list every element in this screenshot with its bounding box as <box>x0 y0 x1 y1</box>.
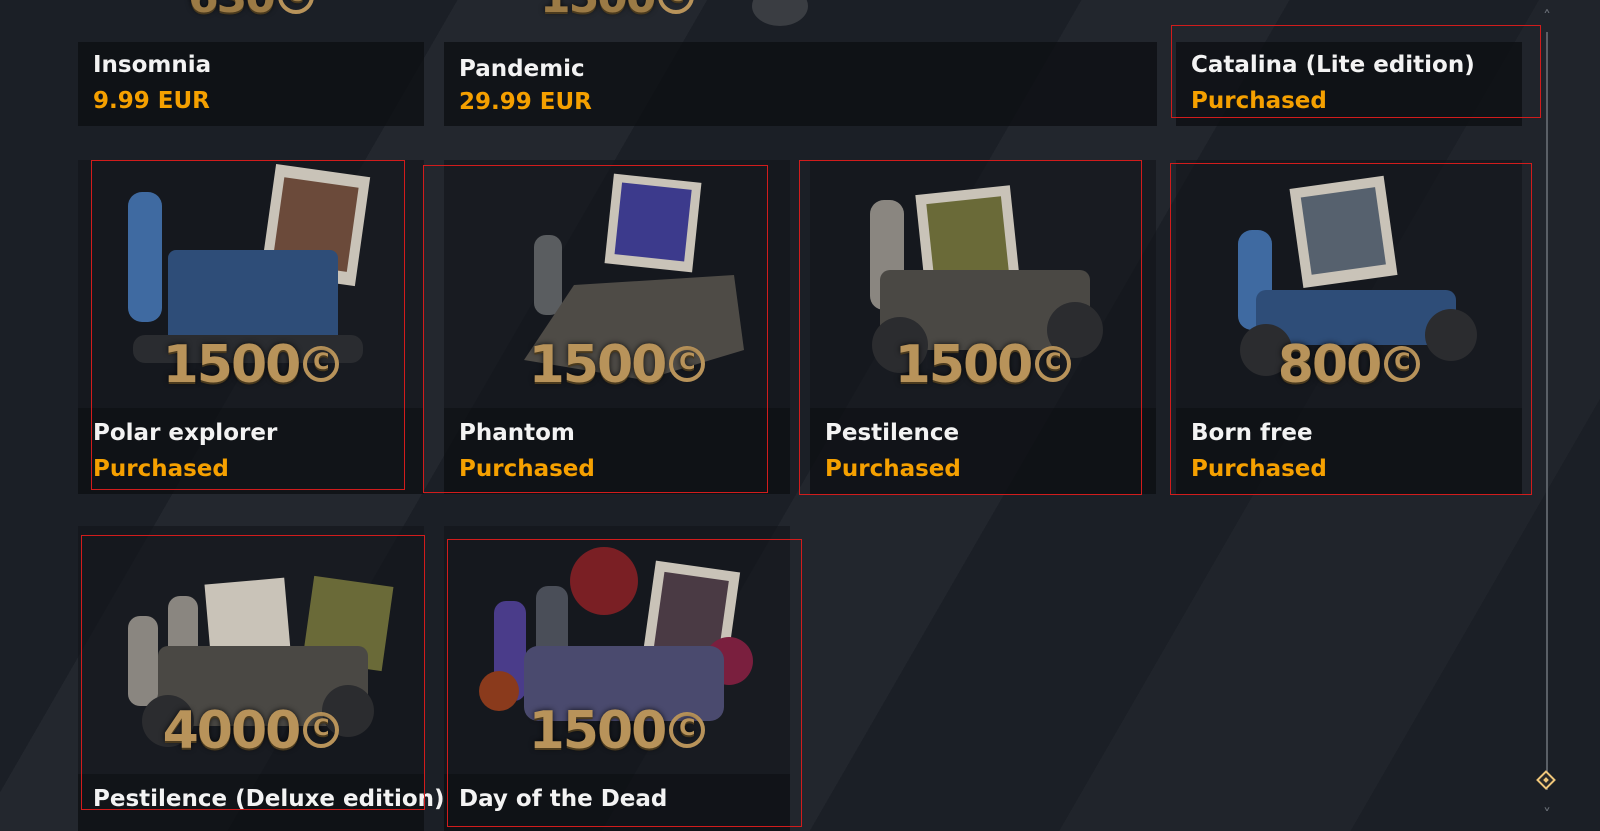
card-title: Polar explorer <box>93 420 278 446</box>
card-info: Born free Purchased <box>1176 408 1522 494</box>
card-info: Pandemic 29.99 EUR <box>444 42 1157 126</box>
price-value: 800 <box>1277 335 1383 395</box>
pack-card-day-of-the-dead[interactable]: 1500 C Day of the Dead <box>444 526 790 831</box>
coin-icon: C <box>1384 346 1421 382</box>
pack-art: 630C <box>78 0 424 42</box>
price-value: 1500 <box>528 701 668 761</box>
card-info: Day of the Dead <box>444 774 790 831</box>
price-value: 630 <box>188 0 276 23</box>
pack-card-polar-explorer[interactable]: 1500 C Polar explorer Purchased <box>78 160 424 494</box>
card-info: Catalina (Lite edition) Purchased <box>1176 42 1522 126</box>
card-title: Catalina (Lite edition) <box>1191 52 1475 78</box>
card-info: Insomnia 9.99 EUR <box>78 42 424 126</box>
coin-icon: C <box>658 0 695 14</box>
coin-icon: C <box>277 0 314 14</box>
price-value: 1500 <box>894 335 1034 395</box>
pack-art: 1500C <box>444 160 790 408</box>
chevron-down-icon[interactable]: ˅ <box>1539 807 1555 823</box>
price-value: 1500 <box>528 335 668 395</box>
scrollbar[interactable]: ˄ ˅ <box>1535 9 1559 825</box>
card-title: Pandemic <box>459 56 585 82</box>
card-info: Polar explorer Purchased <box>78 408 424 494</box>
pack-art <box>1176 0 1522 42</box>
card-status: Purchased <box>1191 456 1327 482</box>
card-price: 29.99 EUR <box>459 89 592 115</box>
card-status: Purchased <box>825 456 961 482</box>
card-title: Pestilence (Deluxe edition) <box>93 786 445 812</box>
scroll-track[interactable] <box>1546 32 1548 790</box>
pack-art: 1500C <box>810 160 1156 408</box>
pack-card-pandemic[interactable]: 1500C Pandemic 29.99 EUR <box>444 0 1157 126</box>
diamond-thumb-icon[interactable] <box>1536 770 1556 790</box>
card-price: 9.99 EUR <box>93 88 210 114</box>
pack-card-pestilence-deluxe[interactable]: 4000 C Pestilence (Deluxe edition) <box>78 526 445 831</box>
card-info: Pestilence Purchased <box>810 408 1156 494</box>
card-info: Pestilence (Deluxe edition) <box>78 774 445 831</box>
chevron-up-icon[interactable]: ˄ <box>1539 9 1555 25</box>
card-status: Purchased <box>459 456 595 482</box>
coin-icon: C <box>669 346 706 382</box>
card-title: Phantom <box>459 420 575 446</box>
pack-card-insomnia[interactable]: 630C Insomnia 9.99 EUR <box>78 0 424 126</box>
card-status: Purchased <box>93 456 229 482</box>
coin-icon: C <box>1035 346 1072 382</box>
price-value: 4000 <box>162 701 302 761</box>
pack-art: 1500C <box>444 0 1157 42</box>
pack-art: 800 C <box>1176 160 1522 408</box>
pack-card-pestilence[interactable]: 1500 C Pestilence Purchased <box>810 160 1156 494</box>
card-info: Phantom Purchased <box>444 408 790 494</box>
coin-icon: C <box>669 712 706 748</box>
card-title: Born free <box>1191 420 1313 446</box>
card-title: Insomnia <box>93 52 212 78</box>
pack-art: 4000 C <box>78 526 424 774</box>
card-title: Day of the Dead <box>459 786 668 812</box>
price-value: 1500 <box>540 0 656 23</box>
pack-art: 1500C <box>78 160 424 408</box>
price-value: 1500 <box>162 335 302 395</box>
pack-card-catalina[interactable]: Catalina (Lite edition) Purchased <box>1176 0 1522 126</box>
coin-icon: C <box>303 346 340 382</box>
card-status: Purchased <box>1191 88 1327 114</box>
pack-card-born-free[interactable]: 800 C Born free Purchased <box>1176 160 1522 494</box>
card-title: Pestilence <box>825 420 960 446</box>
pack-card-phantom[interactable]: 1500 C Phantom Purchased <box>444 160 790 494</box>
coin-icon: C <box>303 712 340 748</box>
pack-art: 1500C <box>444 526 790 774</box>
